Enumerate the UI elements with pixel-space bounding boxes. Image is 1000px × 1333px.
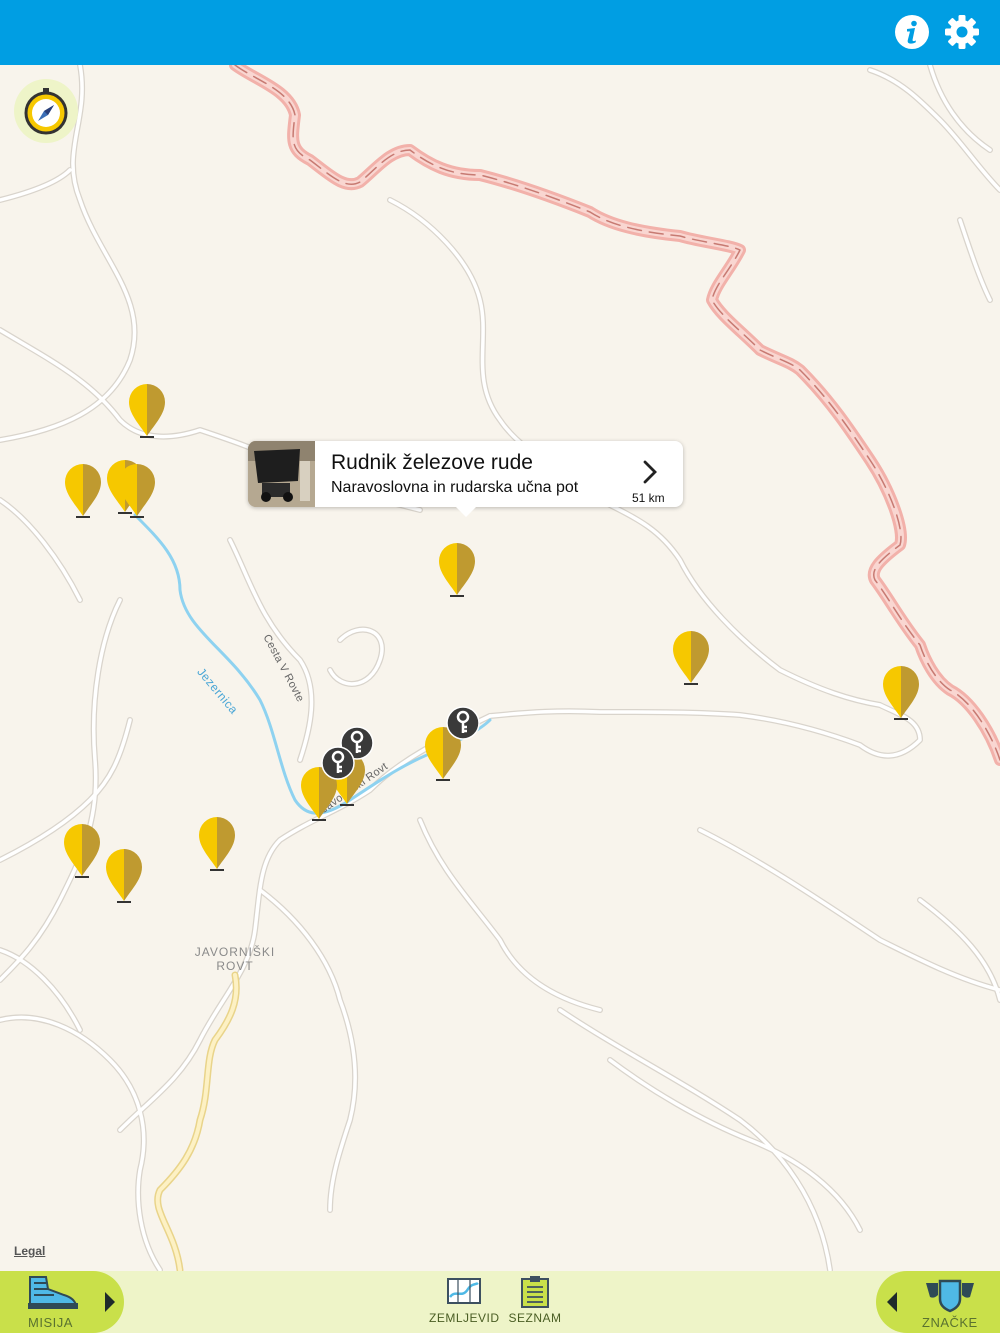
location-pin[interactable] <box>62 822 102 880</box>
map-view[interactable]: JAVORNIŠKI ROVT Jezernica Cesta V Rovte … <box>0 65 1000 1272</box>
gear-icon <box>945 15 979 49</box>
location-pin[interactable] <box>63 462 103 520</box>
hiking-boot-icon <box>28 1276 78 1309</box>
compass-icon <box>24 88 68 135</box>
map-roads <box>0 65 1000 1272</box>
key-icon <box>321 746 355 780</box>
caret-left-icon <box>887 1292 897 1312</box>
znacke-tab[interactable]: ZNAČKE <box>876 1271 1000 1333</box>
znacke-label: ZNAČKE <box>922 1315 978 1330</box>
location-pin-selected[interactable] <box>437 541 477 599</box>
nav-zemljevid[interactable]: ZEMLJEVID <box>429 1273 499 1329</box>
locate-me-button[interactable] <box>14 79 78 143</box>
info-button[interactable] <box>894 14 930 50</box>
location-pin[interactable] <box>881 664 921 722</box>
nav-zemljevid-label: ZEMLJEVID <box>429 1311 500 1325</box>
location-pin[interactable] <box>197 815 237 873</box>
callout-distance: 51 km <box>632 491 665 505</box>
chevron-right-icon[interactable] <box>641 459 659 485</box>
map-icon <box>447 1278 481 1304</box>
legal-link[interactable]: Legal <box>14 1244 45 1258</box>
callout-title: Rudnik železove rude <box>331 451 533 474</box>
clipboard-list-icon <box>521 1276 549 1308</box>
caret-right-icon <box>105 1292 115 1312</box>
info-icon <box>895 15 929 49</box>
key-marker[interactable] <box>446 706 480 740</box>
location-pin[interactable] <box>671 629 711 687</box>
key-marker[interactable] <box>321 746 355 780</box>
place-label: JAVORNIŠKI ROVT <box>194 945 276 973</box>
badge-shield-icon <box>926 1279 974 1313</box>
misija-label: MISIJA <box>28 1315 73 1330</box>
location-pin[interactable] <box>117 462 157 520</box>
nav-seznam[interactable]: SEZNAM <box>500 1273 570 1329</box>
callout-thumbnail <box>248 441 315 507</box>
key-icon <box>446 706 480 740</box>
bottom-bar: MISIJA ZEMLJEVID SEZNAM ZNAČKE <box>0 1271 1000 1333</box>
location-pin[interactable] <box>104 847 144 905</box>
misija-tab[interactable]: MISIJA <box>0 1271 124 1333</box>
mine-cart-photo <box>248 441 315 507</box>
location-callout[interactable]: Rudnik železove rude Naravoslovna in rud… <box>248 441 683 517</box>
callout-subtitle: Naravoslovna in rudarska učna pot <box>331 479 579 496</box>
top-bar <box>0 0 1000 65</box>
settings-button[interactable] <box>944 14 980 50</box>
nav-seznam-label: SEZNAM <box>508 1311 562 1325</box>
location-pin[interactable] <box>127 382 167 440</box>
